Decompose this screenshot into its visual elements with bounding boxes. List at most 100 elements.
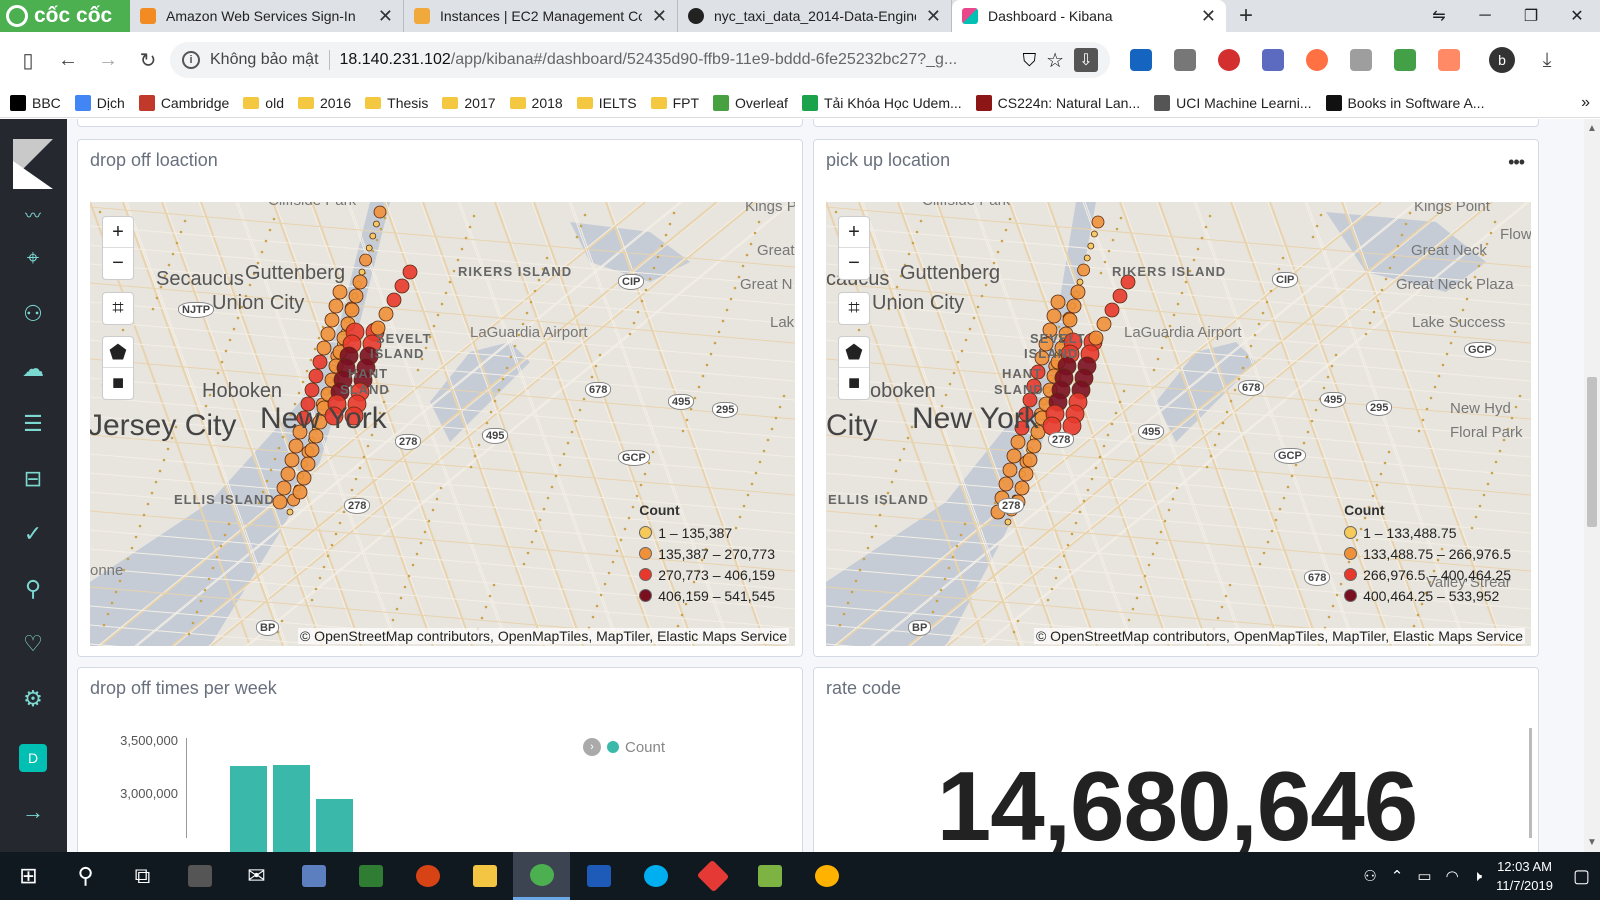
clock[interactable]: 12:03 AM 11/7/2019: [1496, 857, 1553, 895]
nav-discover-icon[interactable]: 〰: [18, 199, 48, 229]
tab-aws[interactable]: Amazon Web Services Sign-In ✕: [130, 0, 404, 32]
nav-apm-icon[interactable]: ⊟: [18, 464, 48, 494]
people-icon[interactable]: ⚇: [1363, 867, 1376, 885]
space-avatar[interactable]: D: [19, 744, 47, 772]
bar[interactable]: [230, 766, 267, 852]
bookmark-item[interactable]: Dịch: [74, 94, 125, 111]
zoom-out-icon[interactable]: −: [839, 248, 869, 279]
tab-ec2[interactable]: Instances | EC2 Management Cons ✕: [404, 0, 678, 32]
extension-circle-icon[interactable]: [1306, 49, 1328, 71]
bookmark-item[interactable]: CS224n: Natural Lan...: [975, 94, 1140, 111]
extension-download-icon[interactable]: [1394, 49, 1416, 71]
scroll-up-icon[interactable]: ▲: [1587, 123, 1597, 134]
scroll-down-icon[interactable]: ▼: [1587, 837, 1597, 848]
virtualbox-icon[interactable]: [285, 852, 342, 900]
downloads-icon[interactable]: ⤓: [1529, 42, 1565, 78]
close-icon[interactable]: ✕: [1201, 6, 1216, 27]
bookmark-item[interactable]: UCI Machine Learni...: [1154, 94, 1312, 111]
info-icon[interactable]: i: [182, 51, 200, 69]
minimize-icon[interactable]: ─: [1462, 0, 1508, 32]
bookmark-item[interactable]: old: [243, 95, 284, 111]
bookmark-item[interactable]: Tải Khóa Học Udem...: [801, 94, 962, 111]
chevron-right-icon[interactable]: ›: [583, 738, 601, 756]
restore-icon[interactable]: ❐: [1508, 0, 1554, 32]
legend-label[interactable]: Count: [625, 739, 665, 756]
file-explorer-icon[interactable]: [456, 852, 513, 900]
reload-icon[interactable]: ↻: [130, 42, 166, 78]
nav-infra-icon[interactable]: ☁: [18, 354, 48, 384]
task-view-icon[interactable]: ⧉: [114, 852, 171, 900]
panel-options-icon[interactable]: •••: [1508, 152, 1525, 173]
nav-ml-icon[interactable]: ⚇: [18, 299, 48, 329]
new-tab-button[interactable]: +: [1226, 0, 1266, 32]
battery-icon[interactable]: ▭: [1417, 867, 1431, 885]
bookmark-item[interactable]: IELTS: [576, 95, 637, 111]
page-scrollbar[interactable]: ▲ ▼: [1584, 119, 1600, 852]
polygon-draw-icon[interactable]: ⬟: [839, 337, 869, 368]
skype-icon[interactable]: [627, 852, 684, 900]
close-icon[interactable]: ✕: [926, 6, 941, 27]
pickup-map[interactable]: Cliffside Park Kings Point Great Neck Flow G…: [826, 202, 1531, 646]
bookmark-item[interactable]: 2017: [442, 95, 496, 111]
bookmark-item[interactable]: 2018: [509, 95, 563, 111]
sidebar-toggle-icon[interactable]: ▯: [10, 42, 46, 78]
extension-git-icon[interactable]: [1438, 49, 1460, 71]
bookmark-item[interactable]: 2016: [297, 95, 351, 111]
nav-monitoring-icon[interactable]: ♡: [18, 629, 48, 659]
image-viewer-icon[interactable]: [741, 852, 798, 900]
bookmark-item[interactable]: Cambridge: [138, 94, 229, 111]
rectangle-draw-icon[interactable]: ■: [839, 368, 869, 399]
gitkraken-icon[interactable]: [684, 852, 741, 900]
panel-scrollbar[interactable]: [1529, 728, 1532, 838]
nav-uptime-icon[interactable]: ✓: [18, 519, 48, 549]
texmaker-icon[interactable]: [171, 852, 228, 900]
coccoc-taskbar-icon[interactable]: [513, 852, 570, 900]
bookmark-item[interactable]: Thesis: [365, 95, 428, 111]
zoom-out-icon[interactable]: −: [103, 248, 133, 279]
paint3d-icon[interactable]: [798, 852, 855, 900]
crop-icon[interactable]: ⌗: [103, 293, 133, 324]
tab-kibana[interactable]: Dashboard - Kibana ✕: [952, 0, 1226, 32]
close-window-icon[interactable]: ✕: [1554, 0, 1600, 32]
tab-search-icon[interactable]: ⇋: [1416, 0, 1462, 32]
close-icon[interactable]: ✕: [378, 6, 393, 27]
nav-expand-icon[interactable]: →: [18, 797, 48, 827]
extension-puzzle-icon[interactable]: [1350, 49, 1372, 71]
nav-logs-icon[interactable]: ☰: [18, 409, 48, 439]
adblock-icon[interactable]: [1218, 49, 1240, 71]
chart-legend[interactable]: › Count: [583, 738, 665, 756]
forward-icon[interactable]: →: [90, 42, 126, 78]
crop-icon[interactable]: ⌗: [839, 293, 869, 324]
address-bar[interactable]: i Không bảo mật 18.140.231.102/app/kiban…: [170, 42, 1110, 78]
bar[interactable]: [273, 764, 310, 852]
chevron-up-icon[interactable]: ⌃: [1391, 867, 1404, 885]
bookmark-item[interactable]: BBC: [10, 94, 61, 111]
nav-devtools-icon[interactable]: ⚲: [18, 574, 48, 604]
bookmark-item[interactable]: FPT: [650, 95, 699, 111]
bookmark-item[interactable]: Books in Software A...: [1325, 94, 1484, 111]
back-icon[interactable]: ←: [50, 42, 86, 78]
nav-management-icon[interactable]: ⚙: [18, 684, 48, 714]
bar[interactable]: [316, 799, 353, 852]
download-page-icon[interactable]: ⇩: [1074, 48, 1098, 72]
map-attribution[interactable]: © OpenStreetMap contributors, OpenMapTil…: [297, 628, 789, 644]
paint-icon[interactable]: [399, 852, 456, 900]
polygon-draw-icon[interactable]: ⬟: [103, 337, 133, 368]
tab-github[interactable]: nyc_taxi_data_2014-Data-Engineer ✕: [678, 0, 952, 32]
start-icon[interactable]: ⊞: [0, 852, 57, 900]
scroll-thumb[interactable]: [1587, 377, 1597, 527]
profile-avatar[interactable]: b: [1489, 47, 1515, 73]
url-text[interactable]: 18.140.231.102/app/kibana#/dashboard/524…: [340, 51, 1013, 69]
notification-icon[interactable]: ▢: [1573, 866, 1590, 887]
nav-maps-icon[interactable]: ⌖: [18, 243, 48, 273]
rectangle-draw-icon[interactable]: ■: [103, 368, 133, 399]
extension-ap-icon[interactable]: [1174, 49, 1196, 71]
dropoff-map[interactable]: Cliffside Park Kings P Great Great N Lak Seca…: [90, 202, 795, 646]
map-attribution[interactable]: © OpenStreetMap contributors, OpenMapTil…: [1033, 628, 1525, 644]
wifi-icon[interactable]: ◠: [1446, 867, 1459, 885]
browser-logo[interactable]: cốc cốc: [0, 0, 130, 32]
close-icon[interactable]: ✕: [652, 6, 667, 27]
bookmarks-more-icon[interactable]: »: [1581, 94, 1590, 112]
extension-vocab-icon[interactable]: [1262, 49, 1284, 71]
snipping-icon[interactable]: [342, 852, 399, 900]
